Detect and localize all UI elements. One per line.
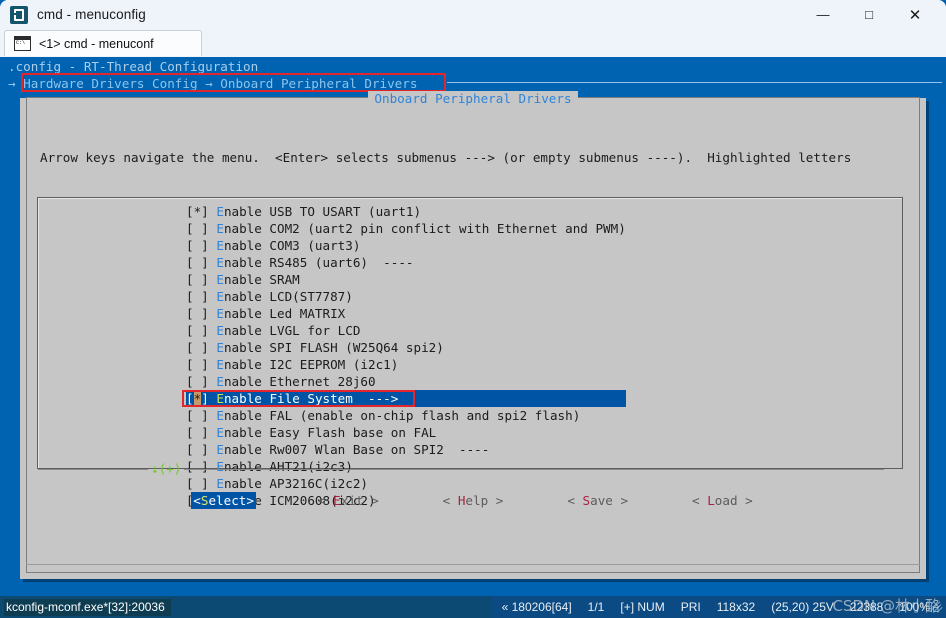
hotkey-letter: E <box>216 357 224 372</box>
menu-item[interactable]: [ ] Enable FAL (enable on-chip flash and… <box>186 407 626 424</box>
menu-item[interactable]: [ ] Enable LCD(ST7787) <box>186 288 626 305</box>
hotkey-letter: E <box>216 408 224 423</box>
cursor-block: * <box>193 391 202 406</box>
menu-item[interactable]: [ ] Enable SPI FLASH (W25Q64 spi2) <box>186 339 626 356</box>
dialog-title-wrap: Onboard Peripheral Drivers <box>20 90 926 107</box>
button-hotkey: S <box>582 493 591 508</box>
menu-item[interactable]: [*] Enable File System ---> <box>182 390 626 407</box>
hotkey-letter: E <box>216 255 224 270</box>
hotkey-letter: E <box>216 289 224 304</box>
menu-item[interactable]: [ ] Enable COM3 (uart3) <box>186 237 626 254</box>
dialog-button-exit[interactable]: < Exit > <box>316 492 381 509</box>
hotkey-letter: E <box>216 221 224 236</box>
status-segment: 1/1 <box>587 600 605 614</box>
menuconfig-console[interactable]: .config - RT-Thread Configuration → Hard… <box>0 57 946 596</box>
header-divider <box>447 82 942 83</box>
dialog-button-save[interactable]: < Save > <box>565 492 630 509</box>
terminal-icon <box>10 5 28 24</box>
dialog-button-bar[interactable]: <Select> < Exit > < Help > < Save > < Load > <box>20 492 926 509</box>
scroll-down-indicator: ↓(+) <box>38 460 902 477</box>
button-hotkey: E <box>333 493 341 508</box>
tab-label: <1> cmd - menuconf <box>39 36 154 51</box>
status-segment: 118x32 <box>716 600 756 614</box>
status-bar: kconfig-mconf.exe*[32]:20036 « 180206[64… <box>0 596 946 618</box>
hotkey-letter: E <box>216 204 224 219</box>
hotkey-letter: E <box>216 238 224 253</box>
dialog-footer-divider <box>26 564 920 565</box>
status-segment: 22388 <box>849 600 884 614</box>
menu-item[interactable]: [ ] Enable COM2 (uart2 pin conflict with… <box>186 220 626 237</box>
title-bar[interactable]: cmd - menuconfig — □ ✕ <box>0 0 946 29</box>
button-hotkey: L <box>707 493 715 508</box>
menu-item[interactable]: [*] Enable USB TO USART (uart1) <box>186 203 626 220</box>
help-line-1: Arrow keys navigate the menu. <Enter> se… <box>40 150 852 165</box>
hotkey-letter: E <box>216 425 224 440</box>
menu-item[interactable]: [ ] Enable Rw007 Wlan Base on SPI2 ---- <box>186 441 626 458</box>
menu-list-inner: [*] Enable USB TO USART (uart1)[ ] Enabl… <box>38 198 902 508</box>
menu-item[interactable]: [ ] Enable LVGL for LCD <box>186 322 626 339</box>
hotkey-letter: E <box>216 323 224 338</box>
status-segment: [+] NUM <box>620 600 665 614</box>
button-hotkey: S <box>200 493 209 508</box>
menu-item[interactable]: [ ] Enable Led MATRIX <box>186 305 626 322</box>
menu-item[interactable]: [ ] Enable I2C EEPROM (i2c1) <box>186 356 626 373</box>
hotkey-letter: E <box>216 476 224 491</box>
menu-dialog: Onboard Peripheral Drivers Arrow keys na… <box>20 91 926 579</box>
status-segment: 100% <box>899 600 930 614</box>
status-segment: (25,20) 25V <box>771 600 834 614</box>
process-status: kconfig-mconf.exe*[32]:20036 <box>4 598 171 616</box>
hotkey-letter: E <box>216 442 224 457</box>
terminal-window: cmd - menuconfig — □ ✕ <1> cmd - menucon… <box>0 0 946 596</box>
screen: cmd - menuconfig — □ ✕ <1> cmd - menucon… <box>0 0 946 618</box>
console-tab-icon <box>14 36 31 51</box>
resize-grip[interactable] <box>928 599 944 615</box>
menu-item[interactable]: [ ] Enable RS485 (uart6) ---- <box>186 254 626 271</box>
menu-list-box[interactable]: [*] Enable USB TO USART (uart1)[ ] Enabl… <box>37 197 903 508</box>
dialog-button-help[interactable]: < Help > <box>441 492 506 509</box>
hotkey-letter: E <box>216 272 224 287</box>
minimize-button[interactable]: — <box>800 0 846 29</box>
dialog-button-load[interactable]: < Load > <box>690 492 755 509</box>
status-segment: PRI <box>680 600 701 614</box>
button-hotkey: H <box>457 493 466 508</box>
menu-item[interactable]: [ ] Enable Easy Flash base on FAL <box>186 424 626 441</box>
scroll-indicator-label: ↓(+) <box>151 461 182 476</box>
status-segment: « 180206[64] <box>501 600 572 614</box>
dialog-button-select[interactable]: <Select> <box>191 492 256 509</box>
menu-item[interactable]: [ ] Enable Ethernet 28j60 <box>186 373 626 390</box>
hotkey-letter: E <box>216 391 224 406</box>
hotkey-letter: E <box>216 374 224 389</box>
close-button[interactable]: ✕ <box>892 0 938 29</box>
menu-item[interactable]: [ ] Enable AP3216C(i2c2) <box>186 475 626 492</box>
tab-strip: <1> cmd - menuconf 1 <box>0 29 946 84</box>
status-segments: « 180206[64] 1/1 [+] NUM PRI 118x32 (25,20) 2… <box>491 596 946 618</box>
tab-cmd-menuconf[interactable]: <1> cmd - menuconf <box>4 30 202 56</box>
maximize-button[interactable]: □ <box>846 0 892 29</box>
menu-item[interactable]: [ ] Enable SRAM <box>186 271 626 288</box>
window-title: cmd - menuconfig <box>37 7 146 22</box>
hotkey-letter: E <box>216 340 224 355</box>
hotkey-letter: E <box>216 306 224 321</box>
dialog-title: Onboard Peripheral Drivers <box>368 91 578 106</box>
